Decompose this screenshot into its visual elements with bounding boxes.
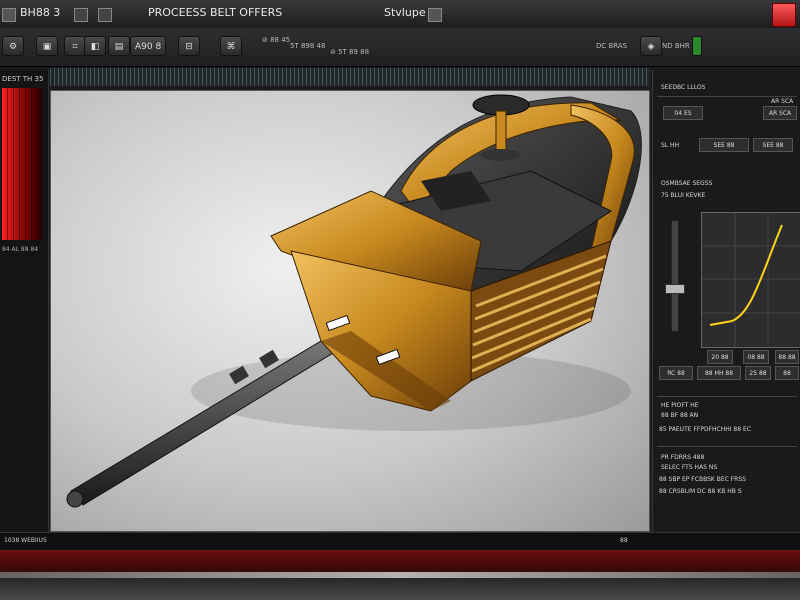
section-subheader: 75 BLUI KEVKE — [661, 192, 706, 199]
curve-graph[interactable] — [701, 212, 800, 348]
status-light-icon — [692, 36, 702, 56]
toolbar: ⚙ ▣ ⌗ ◧ ▤ A90 8 ⊟ ⌘ ⊘ 88 45 5T 898 48 ⊘ … — [0, 28, 800, 67]
timeline-strip[interactable] — [50, 68, 650, 86]
divider — [657, 396, 797, 397]
value-slider-handle[interactable] — [665, 284, 685, 294]
tool-button[interactable]: ◈ — [640, 36, 662, 56]
section-subheader: SELEC FTS HAS NS — [661, 464, 718, 471]
left-panel: DEST TH 35 84 AL 88 84 — [0, 70, 49, 540]
window-title-center: PROCEESS BELT OFFERS — [148, 6, 283, 19]
left-panel-header: DEST TH 35 — [2, 75, 44, 83]
frame-highlight — [0, 572, 800, 578]
section-line: 88 CRSBLIM DC 88 KB HB S — [659, 488, 742, 495]
graph-value[interactable]: 88 88 — [775, 350, 799, 364]
panel-header: SEEDBC LLLOS — [661, 84, 706, 91]
graph-value[interactable]: 08 88 — [743, 350, 769, 364]
tool-label-button[interactable]: A90 8 — [130, 36, 167, 56]
property-field[interactable]: AR SCA — [763, 106, 797, 120]
title-bar: BH88 3 PROCEESS BELT OFFERS Stvlupe — [0, 0, 800, 29]
property-label: SL HH — [661, 142, 680, 149]
tool-button[interactable]: ▤ — [108, 36, 130, 56]
model-render — [66, 94, 642, 508]
status-bar: 1038 WEBIIUS 88 — [0, 532, 800, 551]
level-meter — [2, 88, 42, 240]
section-subheader: 88 BF 88 AN — [661, 412, 699, 419]
param-field[interactable]: 25 88 — [745, 366, 771, 380]
status-value: 88 — [620, 537, 628, 544]
param-field[interactable]: 88 HH 88 — [697, 366, 741, 380]
properties-panel: SEEDBC LLLOS AR SCA 04 ES AR SCA SL HH S… — [652, 70, 800, 550]
section-header: PR FDRRS 488 — [661, 454, 705, 461]
tool-button[interactable]: ⌘ — [220, 36, 242, 56]
section-line: 88 SBP EP FCBBSK BEC FRSS — [659, 476, 746, 483]
tool-button[interactable]: ⌗ — [64, 36, 86, 56]
menu-icon[interactable] — [74, 8, 88, 22]
property-field[interactable]: 04 ES — [663, 106, 703, 120]
curve-plot — [702, 213, 800, 347]
property-field[interactable]: SEE 88 — [699, 138, 749, 152]
3d-viewport[interactable] — [50, 90, 650, 532]
bottom-frame — [0, 550, 800, 600]
window-title-left: BH88 3 — [20, 6, 61, 19]
section-header: HE PIOFT HE — [661, 402, 699, 409]
section-header: OSMBSAE SEGSS — [661, 180, 713, 187]
tool-button[interactable]: ◧ — [84, 36, 106, 56]
property-field[interactable]: SEE 88 — [753, 138, 793, 152]
left-panel-footer: 84 AL 88 84 — [2, 246, 39, 253]
graph-value[interactable]: 20 88 — [707, 350, 733, 364]
menu-icon[interactable] — [98, 8, 112, 22]
section-line: 85 PAEUTE FFPDFHCHHI 88 EC — [659, 426, 751, 433]
value-slider-track[interactable] — [671, 220, 679, 332]
app-icon[interactable] — [2, 8, 16, 22]
divider — [657, 96, 797, 97]
curve-line — [709, 224, 783, 326]
close-button[interactable] — [772, 3, 796, 27]
property-label: AR SCA — [771, 98, 794, 105]
tool-button[interactable]: ▣ — [36, 36, 58, 56]
tool-text: DC BRAS — [596, 42, 628, 50]
param-field[interactable]: 88 — [775, 366, 799, 380]
tool-button[interactable]: ⚙ — [2, 36, 24, 56]
param-field[interactable]: RC 88 — [659, 366, 693, 380]
view-toggle-icon[interactable] — [428, 8, 442, 22]
tool-text: 5T 898 48 — [290, 42, 326, 50]
status-text: 1038 WEBIIUS — [4, 537, 47, 544]
divider — [657, 446, 797, 447]
tool-button[interactable]: ⊟ — [178, 36, 200, 56]
window-title-right: Stvlupe — [384, 6, 426, 19]
tool-text: ND BHR — [662, 42, 690, 50]
tool-text: ⊘ 88 45 — [262, 36, 291, 44]
tool-text: ⊘ 5T 89 88 — [330, 48, 370, 56]
